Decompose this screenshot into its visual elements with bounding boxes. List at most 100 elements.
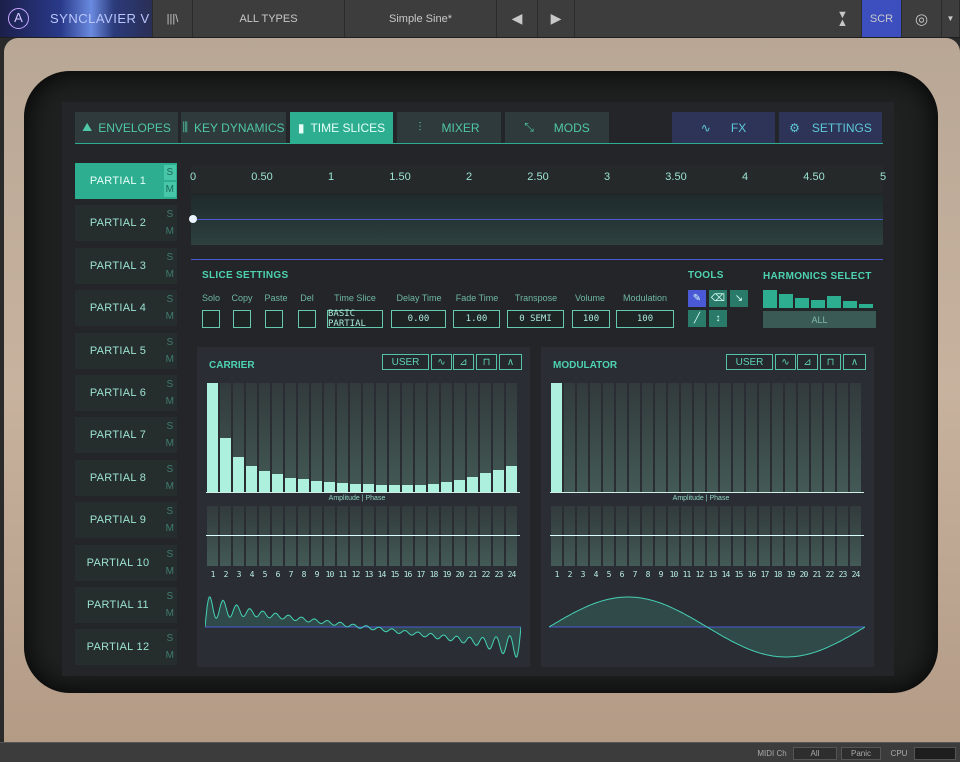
harmonic-select-bar[interactable] <box>811 299 825 308</box>
carrier-amplitude-bars[interactable] <box>207 383 517 493</box>
mute-toggle[interactable]: M <box>164 564 176 579</box>
harmonic-amplitude-bar[interactable] <box>285 383 296 493</box>
partial-item[interactable]: PARTIAL 8 SM <box>75 459 177 496</box>
harmonic-phase-bar[interactable] <box>564 506 575 566</box>
modulator-amplitude-bars[interactable] <box>551 383 861 493</box>
harmonic-phase-bar[interactable] <box>233 506 244 566</box>
partial-item[interactable]: PARTIAL 2 SM <box>75 205 177 242</box>
saw-wave-icon[interactable]: ⊿ <box>453 354 474 370</box>
mute-toggle[interactable]: M <box>164 394 176 409</box>
mute-toggle[interactable]: M <box>164 309 176 324</box>
solo-toggle[interactable]: S <box>164 547 176 562</box>
harmonic-phase-bar[interactable] <box>733 506 744 566</box>
harmonic-amplitude-bar[interactable] <box>350 383 361 493</box>
solo-toggle[interactable]: S <box>164 462 176 477</box>
partial-item[interactable]: PARTIAL 9 SM <box>75 502 177 539</box>
midi-channel-select[interactable]: All <box>793 747 837 760</box>
partial-item[interactable]: PARTIAL 3 SM <box>75 247 177 284</box>
harmonic-amplitude-bar[interactable] <box>467 383 478 493</box>
mute-toggle[interactable]: M <box>164 479 176 494</box>
harmonic-amplitude-bar[interactable] <box>428 383 439 493</box>
solo-toggle[interactable]: S <box>164 335 176 350</box>
harmonic-amplitude-bar[interactable] <box>681 383 692 493</box>
solo-toggle[interactable]: S <box>164 250 176 265</box>
harmonic-amplitude-bar[interactable] <box>668 383 679 493</box>
harmonic-amplitude-bar[interactable] <box>785 383 796 493</box>
harmonic-phase-bar[interactable] <box>324 506 335 566</box>
time-ruler[interactable]: 0 0.50 1 1.50 2 2.50 3 3.50 4 4.50 5 <box>190 165 886 193</box>
harmonic-amplitude-bar[interactable] <box>759 383 770 493</box>
harmonic-amplitude-bar[interactable] <box>655 383 666 493</box>
harmonic-amplitude-bar[interactable] <box>551 383 562 493</box>
cursor-icon[interactable]: ↘ <box>730 290 748 307</box>
harmonic-amplitude-bar[interactable] <box>233 383 244 493</box>
harmonic-amplitude-bar[interactable] <box>415 383 426 493</box>
harmonics-all-button[interactable]: ALL <box>763 311 876 328</box>
harmonic-select-bar[interactable] <box>859 304 873 308</box>
mute-toggle[interactable]: M <box>164 436 176 451</box>
partial-item[interactable]: PARTIAL 4 SM <box>75 290 177 327</box>
harmonic-phase-bar[interactable] <box>590 506 601 566</box>
solo-toggle[interactable]: S <box>164 589 176 604</box>
harmonic-amplitude-bar[interactable] <box>811 383 822 493</box>
harmonic-phase-bar[interactable] <box>551 506 562 566</box>
sine-wave-icon[interactable]: ∿ <box>431 354 452 370</box>
harmonic-phase-bar[interactable] <box>798 506 809 566</box>
harmonic-phase-bar[interactable] <box>493 506 504 566</box>
harmonic-amplitude-bar[interactable] <box>220 383 231 493</box>
transpose-field[interactable]: 0 SEMI <box>507 310 564 328</box>
harmonic-amplitude-bar[interactable] <box>837 383 848 493</box>
harmonic-phase-bar[interactable] <box>350 506 361 566</box>
harmonic-phase-bar[interactable] <box>285 506 296 566</box>
next-preset-button[interactable]: ▶ <box>538 0 575 37</box>
square-wave-icon[interactable]: ⊓ <box>476 354 497 370</box>
harmonic-amplitude-bar[interactable] <box>590 383 601 493</box>
tab-key-dynamics[interactable]: ⫼ KEY DYNAMICS <box>181 112 286 143</box>
partial-item[interactable]: PARTIAL 11 S M <box>75 587 177 623</box>
eye-button[interactable]: ◎ <box>902 0 942 37</box>
solo-toggle[interactable]: S <box>164 292 176 307</box>
partial-item[interactable]: PARTIAL 7 SM <box>75 417 177 454</box>
harmonic-phase-bar[interactable] <box>441 506 452 566</box>
harmonic-amplitude-bar[interactable] <box>324 383 335 493</box>
panic-button[interactable]: Panic <box>841 747 881 760</box>
arturia-logo-icon[interactable]: A <box>8 8 29 29</box>
harmonic-select-bar[interactable] <box>795 298 809 308</box>
harmonic-amplitude-bar[interactable] <box>363 383 374 493</box>
harmonic-amplitude-bar[interactable] <box>337 383 348 493</box>
square-wave-icon[interactable]: ⊓ <box>820 354 841 370</box>
tab-mods[interactable]: ⤡ MODS <box>505 112 609 143</box>
tab-settings[interactable]: ⚙ SETTINGS <box>779 112 882 143</box>
harmonic-amplitude-bar[interactable] <box>603 383 614 493</box>
line-icon[interactable]: ╱ <box>688 310 706 327</box>
partial-item[interactable]: PARTIAL 10 S M <box>75 544 177 581</box>
harmonic-amplitude-bar[interactable] <box>259 383 270 493</box>
harmonic-select-bar[interactable] <box>763 290 777 308</box>
harmonic-amplitude-bar[interactable] <box>746 383 757 493</box>
harmonic-amplitude-bar[interactable] <box>616 383 627 493</box>
modulator-user-button[interactable]: USER <box>726 354 773 370</box>
harmonic-phase-bar[interactable] <box>506 506 517 566</box>
harmonic-amplitude-bar[interactable] <box>850 383 861 493</box>
harmonic-phase-bar[interactable] <box>772 506 783 566</box>
harmonic-amplitude-bar[interactable] <box>694 383 705 493</box>
solo-toggle[interactable]: S <box>164 165 176 180</box>
triangle-wave-icon[interactable]: ∧ <box>843 354 866 370</box>
tab-time-slices[interactable]: ▮ TIME SLICES <box>290 112 393 143</box>
harmonic-phase-bar[interactable] <box>616 506 627 566</box>
harmonic-phase-bar[interactable] <box>707 506 718 566</box>
solo-toggle[interactable]: S <box>164 377 176 392</box>
harmonic-amplitude-bar[interactable] <box>389 383 400 493</box>
types-filter-button[interactable]: ALL TYPES <box>193 0 345 37</box>
harmonic-phase-bar[interactable] <box>577 506 588 566</box>
solo-toggle[interactable]: S <box>164 504 176 519</box>
harmonic-phase-bar[interactable] <box>220 506 231 566</box>
harmonics-select-bars[interactable] <box>763 288 876 308</box>
harmonic-phase-bar[interactable] <box>746 506 757 566</box>
harmonic-phase-bar[interactable] <box>603 506 614 566</box>
harmonic-amplitude-bar[interactable] <box>642 383 653 493</box>
sine-wave-icon[interactable]: ∿ <box>775 354 796 370</box>
collapse-toolbar-button[interactable]: ▼ ▲ <box>824 0 862 37</box>
modulator-phase-bars[interactable] <box>551 506 861 566</box>
harmonic-phase-bar[interactable] <box>337 506 348 566</box>
